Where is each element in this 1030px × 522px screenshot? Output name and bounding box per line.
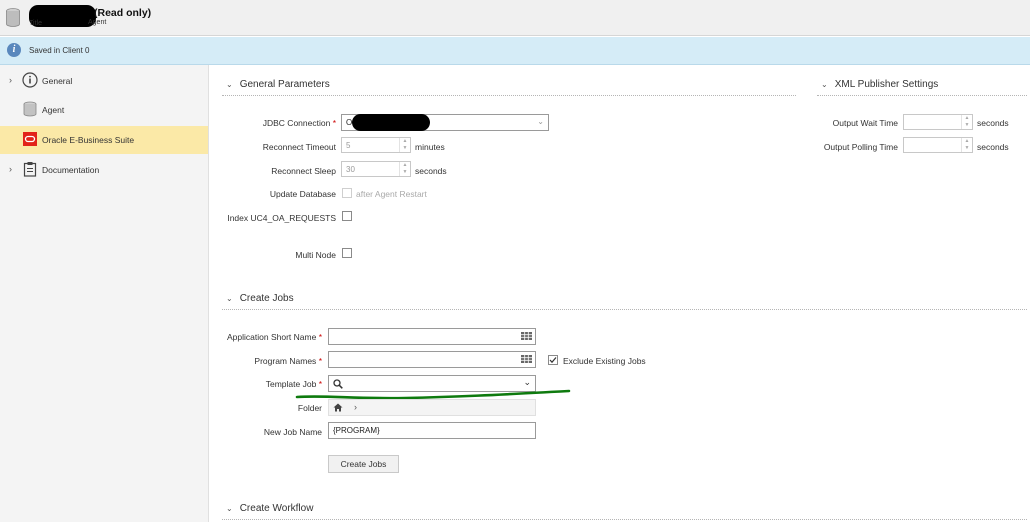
chevron-down-icon[interactable]: ⌄ <box>537 117 544 126</box>
exclude-existing-label: Exclude Existing Jobs <box>563 356 646 366</box>
application-short-name-input[interactable] <box>328 328 536 345</box>
oracle-icon <box>23 132 37 146</box>
output-wait-unit: seconds <box>977 118 1009 128</box>
sidebar-item-oracle-ebs[interactable]: Oracle E-Business Suite <box>0 126 208 154</box>
output-wait-input[interactable]: ▲ ▼ <box>903 114 973 130</box>
chevron-down-icon[interactable]: ⌄ <box>821 80 828 89</box>
create-jobs-button[interactable]: Create Jobs <box>328 455 399 473</box>
new-job-name-label: New Job Name <box>263 427 322 437</box>
header-subtitle-right: Agent <box>88 19 107 26</box>
chevron-right-icon: › <box>354 402 357 412</box>
clipboard-icon <box>23 162 37 177</box>
spinner-arrows-icon[interactable]: ▲ ▼ <box>961 115 972 129</box>
spinner-arrows-icon[interactable]: ▲ ▼ <box>399 138 410 152</box>
section-title: General Parameters <box>239 79 330 90</box>
application-short-name-label: Application Short Name * <box>227 332 322 342</box>
reconnect-sleep-input[interactable]: 30 ▲ ▼ <box>341 161 411 177</box>
home-icon[interactable] <box>333 403 343 412</box>
new-job-name-value: {PROGRAM} <box>333 426 380 435</box>
redaction-mark <box>352 114 430 131</box>
section-header-xml-publisher[interactable]: ⌄ XML Publisher Settings <box>821 79 938 90</box>
sidebar-item-agent[interactable]: Agent <box>0 96 208 124</box>
reconnect-timeout-unit: minutes <box>415 142 445 152</box>
chevron-down-icon[interactable]: ⌄ <box>226 80 233 89</box>
update-database-text: after Agent Restart <box>356 189 427 199</box>
section-title: XML Publisher Settings <box>834 79 939 90</box>
section-title: Create Workflow <box>239 503 314 514</box>
index-requests-checkbox[interactable] <box>342 211 352 221</box>
header-subtitle-left: Title <box>29 20 42 27</box>
sidebar-item-label: General <box>42 76 73 86</box>
chevron-down-icon[interactable]: ⌄ <box>226 504 233 513</box>
database-icon <box>6 8 20 27</box>
info-circle-icon <box>22 72 38 88</box>
exclude-existing-checkbox[interactable] <box>548 355 558 365</box>
header-bar: (Read only) Title Agent <box>0 0 1030 36</box>
checkmark-icon <box>549 357 557 364</box>
sidebar-item-label: Oracle E-Business Suite <box>42 135 135 145</box>
reconnect-timeout-label: Reconnect Timeout <box>262 142 336 152</box>
folder-label: Folder <box>297 403 322 413</box>
section-header-create-jobs[interactable]: ⌄ Create Jobs <box>226 293 294 304</box>
info-icon: i <box>7 43 21 57</box>
sidebar-item-general[interactable]: › General <box>0 67 208 95</box>
output-polling-input[interactable]: ▲ ▼ <box>903 137 973 153</box>
spinner-arrows-icon[interactable]: ▲ ▼ <box>961 138 972 152</box>
divider <box>222 309 1027 310</box>
page-title: (Read only) <box>94 7 152 19</box>
program-names-label: Program Names * <box>254 356 322 366</box>
reconnect-timeout-input[interactable]: 5 ▲ ▼ <box>341 137 411 153</box>
multi-node-label: Multi Node <box>295 250 336 260</box>
reconnect-sleep-unit: seconds <box>415 166 447 176</box>
section-header-general-parameters[interactable]: ⌄ General Parameters <box>226 79 330 90</box>
new-job-name-input[interactable]: {PROGRAM} <box>328 422 536 439</box>
multi-node-checkbox[interactable] <box>342 248 352 258</box>
output-polling-label: Output Polling Time <box>823 142 898 152</box>
program-names-input[interactable] <box>328 351 536 368</box>
reconnect-timeout-value: 5 <box>346 141 351 150</box>
index-requests-label: Index UC4_OA_REQUESTS <box>227 213 336 223</box>
section-title: Create Jobs <box>239 293 294 304</box>
reconnect-sleep-label: Reconnect Sleep <box>271 166 336 176</box>
output-polling-unit: seconds <box>977 142 1009 152</box>
divider <box>817 95 1027 96</box>
chevron-right-icon[interactable]: › <box>9 164 12 174</box>
sidebar: › General Agent Oracle E-Business Suite … <box>0 65 209 522</box>
sidebar-item-label: Agent <box>42 105 65 115</box>
divider <box>222 519 1027 520</box>
folder-breadcrumb[interactable]: › <box>328 399 536 416</box>
output-wait-label: Output Wait Time <box>832 118 898 128</box>
info-message: Saved in Client 0 <box>29 46 90 55</box>
sidebar-item-documentation[interactable]: › Documentation <box>0 156 208 184</box>
info-bar: i Saved in Client 0 <box>0 37 1030 65</box>
reconnect-sleep-value: 30 <box>346 165 355 174</box>
spinner-arrows-icon[interactable]: ▲ ▼ <box>399 162 410 176</box>
sidebar-item-label: Documentation <box>42 165 100 175</box>
grid-icon[interactable] <box>521 332 532 340</box>
section-header-create-workflow[interactable]: ⌄ Create Workflow <box>226 503 313 514</box>
chevron-down-icon[interactable]: ⌄ <box>226 294 233 303</box>
database-icon <box>23 101 37 117</box>
chevron-right-icon[interactable]: › <box>9 75 12 85</box>
jdbc-connection-label: JDBC Connection * <box>262 118 336 128</box>
divider <box>222 95 796 96</box>
update-database-checkbox[interactable] <box>342 188 352 198</box>
grid-icon[interactable] <box>521 355 532 363</box>
update-database-label: Update Database <box>269 189 336 199</box>
